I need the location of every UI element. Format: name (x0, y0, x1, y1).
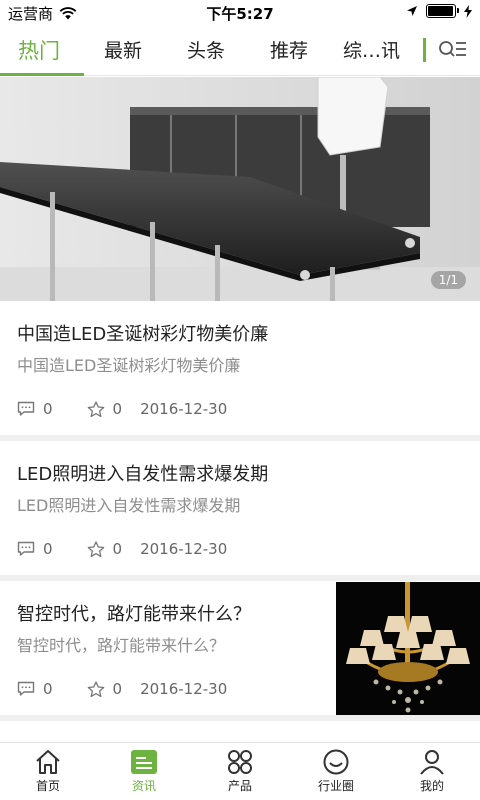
article-date: 2016-12-30 (140, 400, 228, 418)
star-icon[interactable] (87, 540, 105, 558)
comment-count: 0 (43, 540, 53, 558)
star-icon[interactable] (87, 400, 105, 418)
status-right (406, 4, 472, 18)
article-item[interactable]: LED照明进入自发性需求爆发期 LED照明进入自发性需求爆发期 0 0 2016… (0, 441, 480, 575)
article-title: 智控时代，路灯能带来什么？ (17, 604, 251, 625)
tab-divider (423, 38, 426, 62)
article-title: LED照明进入自发性需求爆发期 (17, 464, 269, 485)
products-icon (228, 750, 252, 774)
like-count: 0 (112, 400, 123, 418)
industry-circle-icon (323, 749, 349, 775)
tab-latest[interactable]: 最新 (104, 36, 142, 63)
hero-banner[interactable]: 1/1 (0, 77, 480, 301)
nav-home-label: 首页 (35, 779, 60, 793)
chandelier-thumbnail (336, 582, 480, 716)
profile-icon (420, 750, 444, 775)
nav-industry-circle[interactable]: 行业圈 (288, 749, 384, 794)
news-icon (131, 750, 157, 774)
tab-recommended[interactable]: 推荐 (270, 36, 308, 63)
article-item[interactable]: 智控时代，路灯能带来什么？ 智控时代，路灯能带来什么？ 0 0 2016-12-… (0, 581, 480, 716)
category-menu-button[interactable] (436, 36, 470, 64)
bottom-navigation: 首页 资讯 产品 行业圈 我的 (0, 742, 480, 800)
like-count: 0 (112, 540, 123, 558)
battery-fill (428, 6, 453, 16)
comment-count: 0 (43, 680, 53, 698)
nav-home[interactable]: 首页 (0, 749, 96, 794)
article-item[interactable]: 中国造LED圣诞树彩灯物美价廉 中国造LED圣诞树彩灯物美价廉 0 0 2016… (0, 301, 480, 435)
article-meta: 0 0 2016-12-30 (17, 400, 227, 418)
comment-icon[interactable] (17, 541, 35, 557)
article-meta: 0 0 2016-12-30 (17, 680, 227, 698)
article-title: 中国造LED圣诞树彩灯物美价廉 (17, 324, 269, 345)
article-date: 2016-12-30 (140, 680, 228, 698)
article-summary: 中国造LED圣诞树彩灯物美价廉 (17, 356, 241, 375)
article-summary: 智控时代，路灯能带来什么？ (17, 636, 226, 655)
tab-headlines[interactable]: 头条 (187, 36, 225, 63)
home-icon (36, 750, 60, 774)
like-count: 0 (112, 680, 123, 698)
article-meta: 0 0 2016-12-30 (17, 540, 227, 558)
category-search-menu-icon (439, 41, 466, 57)
comment-icon[interactable] (17, 681, 35, 697)
status-bar: 运营商 下午5:27 (0, 0, 480, 24)
battery-icon (426, 4, 459, 18)
star-icon[interactable] (87, 680, 105, 698)
article-date: 2016-12-30 (140, 540, 228, 558)
article-summary: LED照明进入自发性需求爆发期 (17, 496, 241, 515)
nav-news[interactable]: 资讯 (96, 749, 192, 794)
comment-icon[interactable] (17, 401, 35, 417)
nav-products[interactable]: 产品 (192, 749, 288, 794)
tab-hot[interactable]: 热门 (18, 35, 60, 65)
nav-industry-circle-label: 行业圈 (317, 779, 354, 793)
article-separator (0, 715, 480, 721)
location-arrow-icon (407, 6, 417, 16)
nav-profile[interactable]: 我的 (384, 749, 480, 794)
banner-pager: 1/1 (430, 271, 466, 289)
charging-bolt-icon (464, 4, 472, 18)
battery-tip (457, 8, 459, 13)
desk-photo (0, 77, 480, 301)
category-tabs: 热门 最新 头条 推荐 综…讯 (0, 24, 480, 76)
tab-general-news[interactable]: 综…讯 (343, 36, 400, 63)
active-tab-indicator (0, 73, 84, 76)
nav-profile-label: 我的 (419, 779, 444, 793)
nav-news-label: 资讯 (131, 779, 156, 793)
nav-products-label: 产品 (227, 779, 252, 793)
comment-count: 0 (43, 400, 53, 418)
